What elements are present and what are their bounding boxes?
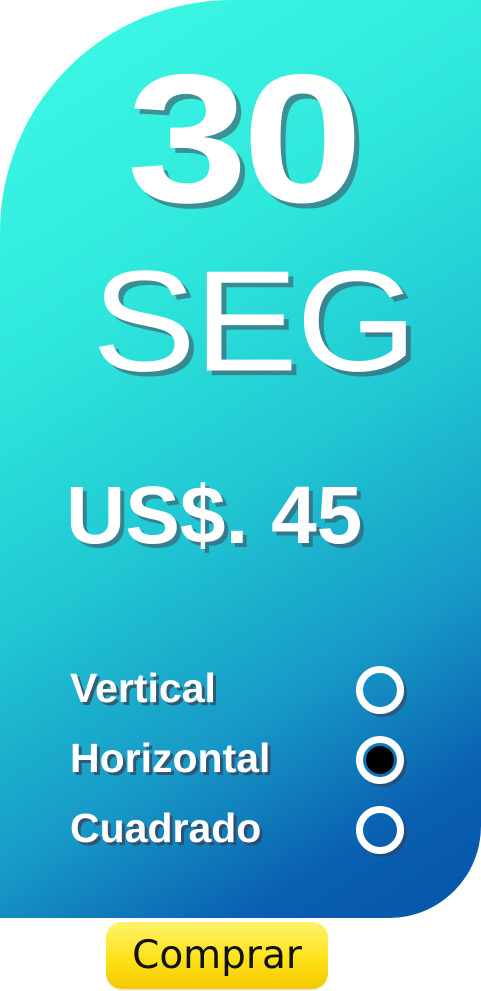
option-label: Cuadrado bbox=[70, 805, 262, 851]
radio-dot-icon bbox=[366, 746, 394, 774]
duration-number: 30 bbox=[126, 37, 363, 242]
option-label: Vertical bbox=[70, 665, 216, 711]
plan-card: 30 SEG US$. 45 Vertical Horizontal Cuadr… bbox=[0, 0, 481, 918]
format-options: Vertical Horizontal Cuadrado bbox=[70, 660, 410, 870]
option-cuadrado[interactable]: Cuadrado bbox=[70, 800, 410, 870]
radio-vertical[interactable] bbox=[356, 666, 404, 714]
duration-unit: SEG bbox=[92, 241, 417, 402]
option-label: Horizontal bbox=[70, 735, 271, 781]
option-horizontal[interactable]: Horizontal bbox=[70, 730, 410, 800]
radio-cuadrado[interactable] bbox=[356, 806, 404, 854]
buy-button[interactable]: Comprar bbox=[106, 922, 328, 989]
buy-button-label: Comprar bbox=[132, 933, 302, 978]
price-label: US$. 45 bbox=[66, 470, 363, 561]
option-vertical[interactable]: Vertical bbox=[70, 660, 410, 730]
radio-horizontal[interactable] bbox=[356, 736, 404, 784]
